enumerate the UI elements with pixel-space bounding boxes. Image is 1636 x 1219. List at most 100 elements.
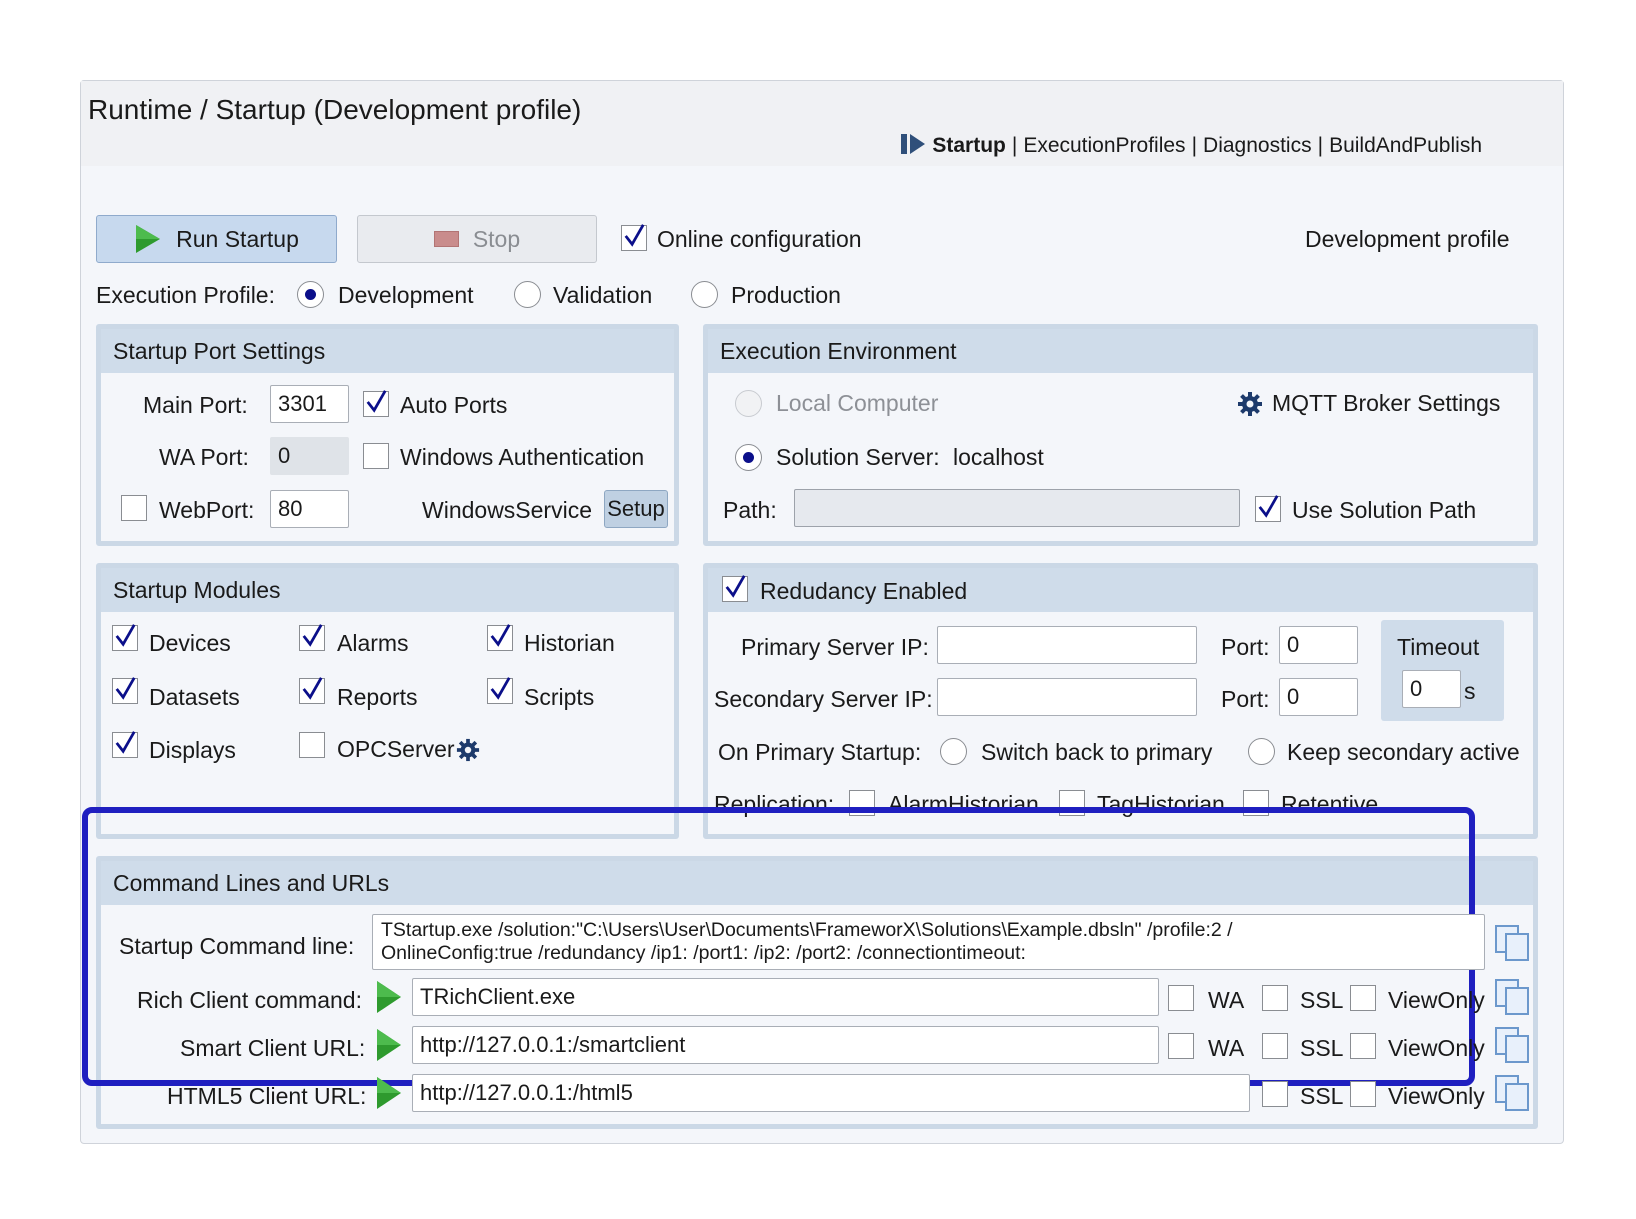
checkmark-icon	[490, 677, 511, 700]
windows-authentication-checkbox[interactable]	[363, 443, 389, 469]
historian-checkbox[interactable]	[487, 624, 513, 651]
breadcrumb-separator: |	[1191, 134, 1198, 157]
panel-title: Execution Environment	[708, 329, 1533, 373]
stop-icon	[433, 231, 459, 247]
radio-development-label: Development	[338, 282, 474, 308]
html5-client-label: HTML5 Client URL:	[167, 1083, 367, 1109]
timeout-unit: s	[1464, 678, 1476, 704]
run-startup-label: Run Startup	[176, 225, 299, 252]
wa-port-label: WA Port:	[159, 444, 249, 470]
reports-checkbox[interactable]	[299, 677, 325, 704]
panel-title: Startup Port Settings	[101, 329, 674, 373]
copy-icon[interactable]	[1494, 1074, 1530, 1112]
radio-development[interactable]	[297, 281, 324, 308]
keep-secondary-active-label: Keep secondary active	[1287, 739, 1520, 765]
solution-server-label: Solution Server:	[776, 444, 940, 470]
play-icon[interactable]	[375, 1074, 403, 1112]
checkmark-icon	[624, 224, 645, 247]
primary-port-input[interactable]: 0	[1279, 626, 1358, 664]
startup-command-text[interactable]: TStartup.exe /solution:"C:\Users\User\Do…	[372, 914, 1485, 970]
breadcrumb-startup[interactable]: Startup	[932, 134, 1006, 157]
smart-client-input[interactable]: http://127.0.0.1:/smartclient	[412, 1026, 1159, 1064]
smart-viewonly-label: ViewOnly	[1388, 1035, 1485, 1061]
webport-checkbox[interactable]	[121, 495, 147, 521]
smart-wa-label: WA	[1208, 1035, 1245, 1061]
displays-checkbox[interactable]	[112, 731, 138, 758]
stop-label: Stop	[472, 225, 521, 252]
radio-validation[interactable]	[514, 281, 541, 308]
radio-switch-back-to-primary[interactable]	[940, 738, 967, 765]
setup-button[interactable]: Setup	[604, 490, 668, 528]
play-icon[interactable]	[375, 978, 403, 1016]
alarms-checkbox[interactable]	[299, 624, 325, 651]
alarms-label: Alarms	[337, 630, 409, 656]
local-computer-label: Local Computer	[776, 390, 939, 416]
online-configuration-label: Online configuration	[657, 226, 862, 252]
rich-client-input[interactable]: TRichClient.exe	[412, 978, 1159, 1016]
historian-label: Historian	[524, 630, 615, 656]
checkmark-icon	[302, 677, 323, 700]
datasets-checkbox[interactable]	[112, 677, 138, 704]
copy-icon[interactable]	[1494, 978, 1530, 1016]
secondary-server-ip-input[interactable]	[937, 678, 1197, 716]
breadcrumb-diagnostics[interactable]: Diagnostics	[1203, 134, 1312, 157]
play-nav-icon	[901, 134, 926, 154]
timeout-label: Timeout	[1397, 634, 1480, 660]
breadcrumb-buildandpublish[interactable]: BuildAndPublish	[1329, 134, 1482, 157]
radio-solution-server[interactable]	[735, 444, 762, 471]
windows-authentication-label: Windows Authentication	[400, 444, 645, 470]
smart-ssl-checkbox[interactable]	[1262, 1033, 1288, 1059]
rich-client-label: Rich Client command:	[137, 987, 362, 1013]
switch-back-to-primary-label: Switch back to primary	[981, 739, 1213, 765]
scripts-label: Scripts	[524, 684, 595, 710]
breadcrumb-executionprofiles[interactable]: ExecutionProfiles	[1023, 134, 1185, 157]
timeout-input[interactable]: 0	[1402, 670, 1461, 708]
reports-label: Reports	[337, 684, 418, 710]
html5-viewonly-checkbox[interactable]	[1350, 1081, 1376, 1107]
use-solution-path-checkbox[interactable]	[1255, 495, 1281, 522]
primary-server-ip-label: Primary Server IP:	[741, 634, 929, 660]
on-primary-startup-label: On Primary Startup:	[718, 739, 922, 765]
secondary-port-input[interactable]: 0	[1279, 678, 1358, 716]
smart-viewonly-checkbox[interactable]	[1350, 1033, 1376, 1059]
devices-checkbox[interactable]	[112, 624, 138, 651]
auto-ports-checkbox[interactable]	[363, 390, 389, 417]
checkmark-icon	[115, 624, 136, 647]
radio-production[interactable]	[691, 281, 718, 308]
datasets-label: Datasets	[149, 684, 240, 710]
redundancy-enabled-checkbox[interactable]	[722, 575, 748, 602]
online-configuration-checkbox[interactable]	[621, 224, 647, 251]
play-icon[interactable]	[375, 1026, 403, 1064]
panel-title: Startup Modules	[101, 568, 674, 612]
html5-client-input[interactable]: http://127.0.0.1:/html5	[412, 1074, 1250, 1112]
html5-ssl-checkbox[interactable]	[1262, 1081, 1288, 1107]
startup-command-label: Startup Command line:	[119, 933, 355, 959]
webport-label: WebPort:	[159, 497, 255, 523]
windows-service-label: WindowsService	[422, 497, 592, 523]
checkmark-icon	[115, 731, 136, 754]
run-startup-button[interactable]: Run Startup	[96, 215, 337, 263]
copy-icon[interactable]	[1494, 1026, 1530, 1064]
primary-port-label: Port:	[1221, 634, 1270, 660]
checkmark-icon	[1258, 495, 1279, 518]
breadcrumb-separator: |	[1317, 134, 1324, 157]
opcserver-settings-gear-icon[interactable]	[456, 738, 480, 762]
html5-ssl-label: SSL	[1300, 1083, 1344, 1109]
mqtt-broker-settings-link[interactable]: MQTT Broker Settings	[1272, 390, 1500, 417]
radio-local-computer	[735, 390, 762, 417]
rich-wa-checkbox[interactable]	[1168, 985, 1194, 1011]
gear-icon[interactable]	[1237, 391, 1263, 417]
webport-input[interactable]: 80	[270, 490, 349, 528]
rich-ssl-checkbox[interactable]	[1262, 985, 1288, 1011]
rich-viewonly-checkbox[interactable]	[1350, 985, 1376, 1011]
stop-button[interactable]: Stop	[357, 215, 597, 263]
path-input[interactable]	[794, 489, 1240, 527]
radio-keep-secondary-active[interactable]	[1248, 738, 1275, 765]
devices-label: Devices	[149, 630, 231, 656]
opcserver-checkbox[interactable]	[299, 732, 325, 758]
smart-wa-checkbox[interactable]	[1168, 1033, 1194, 1059]
copy-icon[interactable]	[1494, 924, 1530, 962]
scripts-checkbox[interactable]	[487, 677, 513, 704]
main-port-input[interactable]: 3301	[270, 385, 349, 423]
primary-server-ip-input[interactable]	[937, 626, 1197, 664]
